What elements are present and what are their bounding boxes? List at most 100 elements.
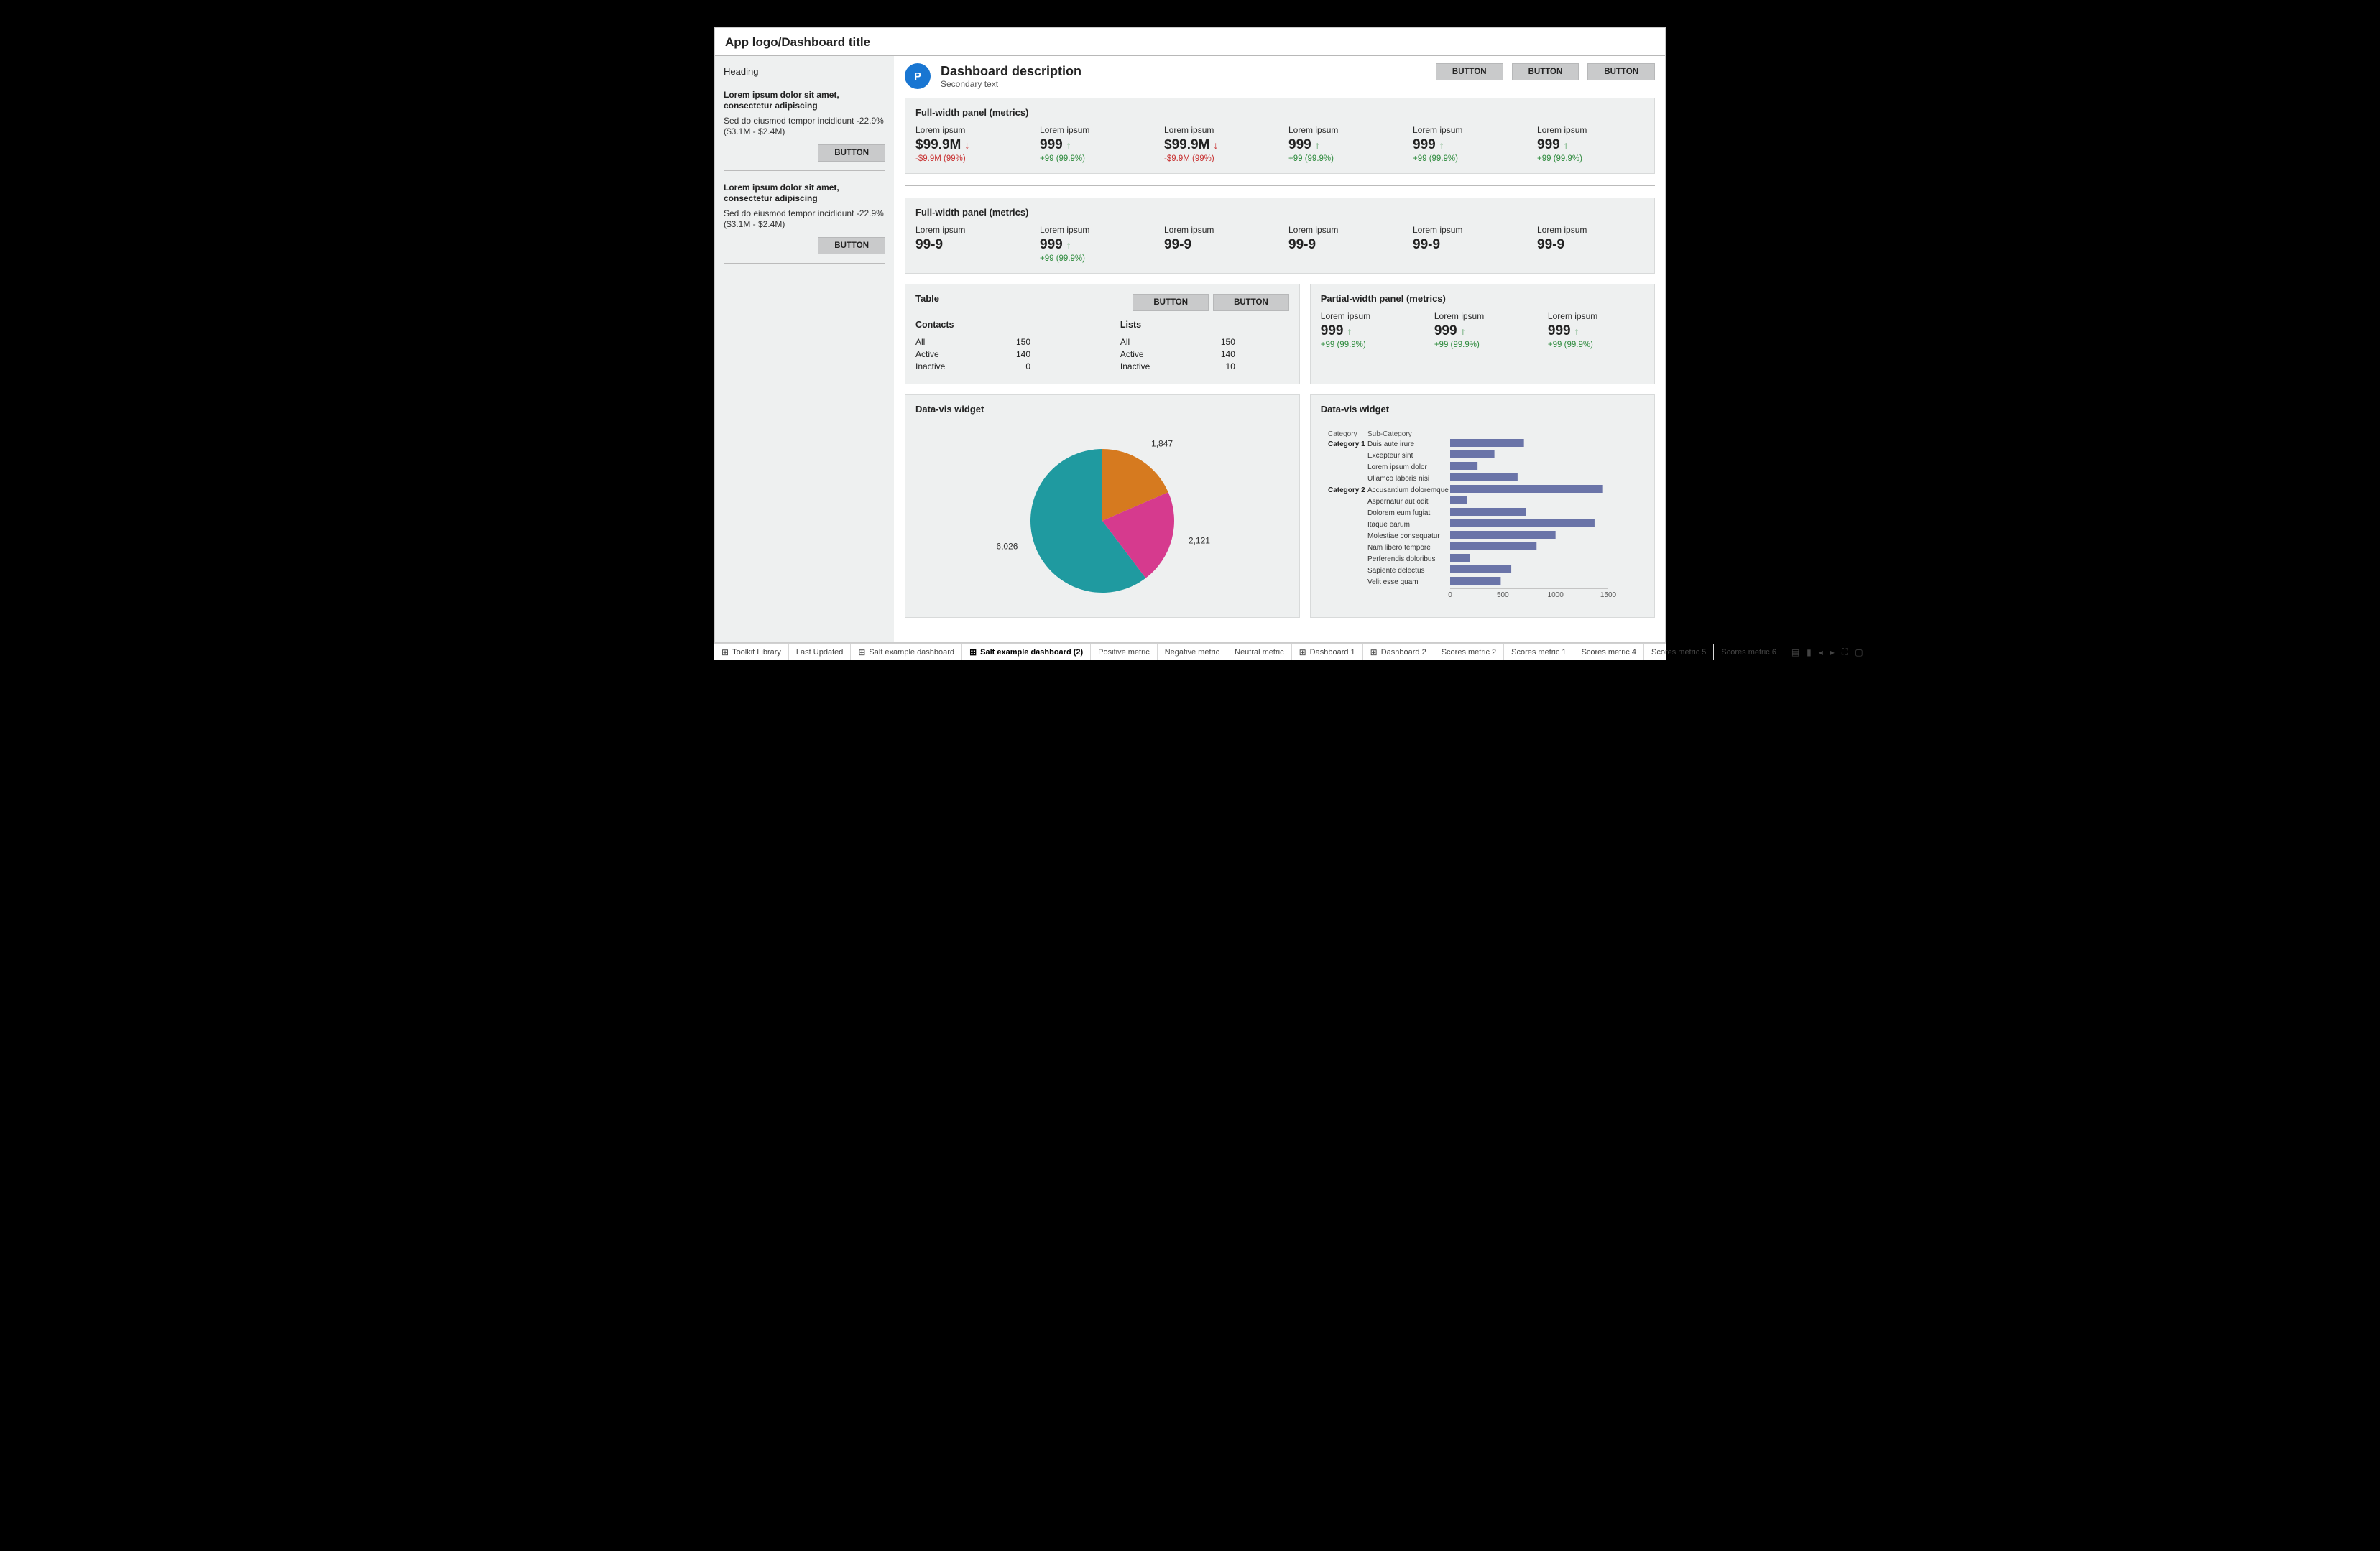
bar-sub-label: Ullamco laboris nisi <box>1367 475 1429 483</box>
metric-label: Lorem ipsum <box>1321 311 1417 321</box>
bar-sub-label: Excepteur sint <box>1367 452 1413 460</box>
tab-label: Positive metric <box>1098 648 1150 657</box>
grid-icon <box>858 647 865 657</box>
tab-label: Dashboard 1 <box>1310 648 1355 657</box>
arrow-down-icon: ↓ <box>1213 139 1218 151</box>
fullscreen-icon[interactable]: ⛶ <box>1840 647 1849 657</box>
present-icon[interactable]: ▢ <box>1853 647 1864 657</box>
bar-sub-label: Molestiae consequatur <box>1367 532 1440 540</box>
metric-label: Lorem ipsum <box>1537 225 1644 235</box>
bar-category-label: Category 2 <box>1328 486 1365 494</box>
panel-title: Full-width panel (metrics) <box>915 107 1644 118</box>
table-row: All150 <box>1120 337 1235 347</box>
arrow-up-icon: ↑ <box>1574 325 1579 337</box>
metric-sub: -$9.9M (99%) <box>1164 154 1271 163</box>
tab-label: Neutral metric <box>1235 648 1283 657</box>
next-sheet-icon[interactable]: ▸ <box>1829 647 1836 657</box>
show-sheet-list-icon[interactable]: ▤ <box>1790 647 1801 657</box>
worksheet-tab[interactable]: Dashboard 1 <box>1292 644 1363 660</box>
arrow-up-icon: ↑ <box>1347 325 1352 337</box>
grid-icon <box>1299 647 1306 657</box>
bar-rect <box>1450 473 1518 481</box>
worksheet-tab[interactable]: Scores metric 2 <box>1434 644 1504 660</box>
partial-metrics-panel: Partial-width panel (metrics) Lorem ipsu… <box>1310 284 1655 384</box>
tab-label: Dashboard 2 <box>1381 648 1426 657</box>
metric-label: Lorem ipsum <box>1164 225 1271 235</box>
worksheet-tab[interactable]: Positive metric <box>1091 644 1158 660</box>
bar-axis-tick: 1500 <box>1600 591 1617 599</box>
metric-label: Lorem ipsum <box>1413 125 1520 135</box>
tab-label: Last Updated <box>796 648 843 657</box>
avatar: P <box>905 63 931 89</box>
bar-axis-tick: 0 <box>1448 591 1452 599</box>
metric-value: 999 ↑ <box>1413 137 1520 153</box>
metric-sub: +99 (99.9%) <box>1537 154 1644 163</box>
worksheet-tab[interactable]: Neutral metric <box>1227 644 1291 660</box>
bar-rect <box>1450 439 1524 447</box>
bar-rect <box>1450 508 1526 516</box>
bar-sub-label: Aspernatur aut odit <box>1367 498 1429 506</box>
metric-sub: +99 (99.9%) <box>1413 154 1520 163</box>
bar-rect <box>1450 542 1536 550</box>
sidebar: Heading Lorem ipsum dolor sit amet, cons… <box>715 56 895 642</box>
metric-value: 999 ↑ <box>1548 323 1644 339</box>
worksheet-tab[interactable]: Scores metric 5 <box>1644 644 1714 660</box>
worksheet-tab[interactable]: Last Updated <box>789 644 851 660</box>
worksheet-tab[interactable]: Dashboard 2 <box>1363 644 1434 660</box>
tab-label: Scores metric 2 <box>1442 648 1496 657</box>
table-row: Active140 <box>915 349 1030 359</box>
worksheet-tab[interactable]: Salt example dashboard (2) <box>962 644 1091 660</box>
arrow-up-icon: ↑ <box>1066 239 1071 251</box>
tab-label: Salt example dashboard (2) <box>980 648 1083 657</box>
grid-icon <box>721 647 729 657</box>
panel-title: Partial-width panel (metrics) <box>1321 293 1644 304</box>
panel-title: Data-vis widget <box>1321 404 1644 415</box>
table-panel: Table BUTTONBUTTON ContactsAll150Active1… <box>905 284 1300 384</box>
worksheet-tab[interactable]: Scores metric 4 <box>1574 644 1644 660</box>
pie-label: 1,847 <box>1151 438 1173 448</box>
metric: Lorem ipsum99-9 <box>1164 225 1271 263</box>
pie-label: 2,121 <box>1189 536 1210 546</box>
metric-label: Lorem ipsum <box>915 225 1023 235</box>
metric-label: Lorem ipsum <box>1040 225 1147 235</box>
metric-sub: -$9.9M (99%) <box>915 154 1023 163</box>
worksheet-tab[interactable]: Salt example dashboard <box>851 644 962 660</box>
prev-sheet-icon[interactable]: ◂ <box>1817 647 1825 657</box>
metric-label: Lorem ipsum <box>1537 125 1644 135</box>
table-panel-button[interactable]: BUTTON <box>1213 294 1289 311</box>
metric: Lorem ipsum999 ↑+99 (99.9%) <box>1434 311 1531 349</box>
table-panel-button[interactable]: BUTTON <box>1133 294 1209 311</box>
sidebar-item-title: Lorem ipsum dolor sit amet, consectetur … <box>724 90 885 111</box>
header-button[interactable]: BUTTON <box>1436 63 1503 80</box>
worksheet-tab[interactable]: Toolkit Library <box>714 644 789 660</box>
metric-label: Lorem ipsum <box>1164 125 1271 135</box>
metric-sub: +99 (99.9%) <box>1040 154 1147 163</box>
worksheet-tab[interactable]: Scores metric 1 <box>1504 644 1574 660</box>
header-button[interactable]: BUTTON <box>1512 63 1579 80</box>
main-content: P Dashboard description Secondary text B… <box>895 56 1665 642</box>
metric-sub: +99 (99.9%) <box>1434 341 1531 349</box>
table-row: Active140 <box>1120 349 1235 359</box>
header-button[interactable]: BUTTON <box>1587 63 1655 80</box>
bar-sub-label: Dolorem eum fugiat <box>1367 509 1430 517</box>
worksheet-tabs: Toolkit Library Last Updated Salt example … <box>714 643 1666 660</box>
metric-label: Lorem ipsum <box>915 125 1023 135</box>
new-sheet-icon[interactable]: ▮ <box>1805 647 1813 657</box>
worksheet-tab[interactable]: Scores metric 6 <box>1714 644 1784 660</box>
bar-rect <box>1450 462 1477 470</box>
metric-value: 99-9 <box>1413 237 1520 253</box>
metric-value: 999 ↑ <box>1040 137 1147 153</box>
bar-rect <box>1450 565 1511 573</box>
table-row: Inactive10 <box>1120 361 1235 371</box>
bar-sub-label: Itaque earum <box>1367 521 1410 529</box>
metric-value: 999 ↑ <box>1434 323 1531 339</box>
arrow-up-icon: ↑ <box>1066 139 1071 151</box>
worksheet-tab[interactable]: Negative metric <box>1158 644 1227 660</box>
metric: Lorem ipsum999 ↑+99 (99.9%) <box>1537 125 1644 163</box>
sidebar-item-button[interactable]: BUTTON <box>818 144 885 162</box>
arrow-up-icon: ↑ <box>1315 139 1320 151</box>
sidebar-item-button[interactable]: BUTTON <box>818 237 885 254</box>
sidebar-item-desc: Sed do eiusmod tempor incididunt -22.9% … <box>724 116 885 137</box>
metric-value: 999 ↑ <box>1321 323 1417 339</box>
metric-value: 99-9 <box>1288 237 1396 253</box>
